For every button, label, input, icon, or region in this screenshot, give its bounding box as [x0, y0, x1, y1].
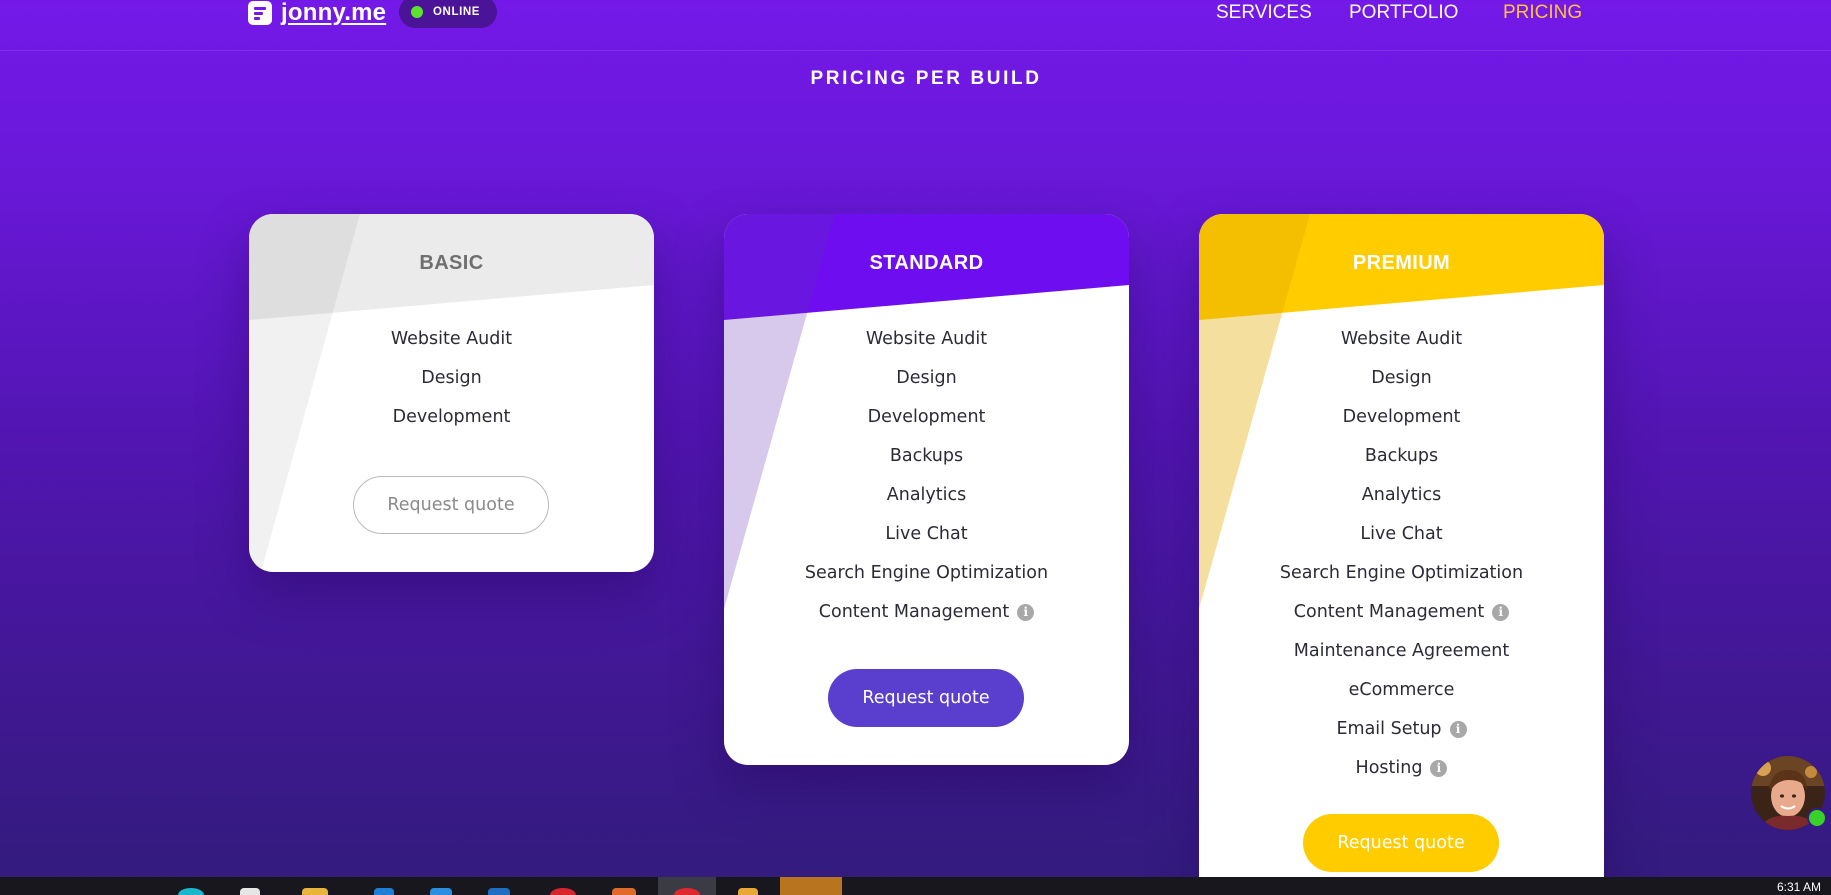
plan-card-standard: STANDARD Website Audit Design Developmen… [724, 214, 1129, 765]
taskbar-app-icon[interactable] [430, 888, 452, 895]
top-navigation-bar: jonny.me ONLINE SERVICES PORTFOLIO PRICI… [0, 0, 1831, 51]
feature-item: Search Engine Optimization [804, 563, 1049, 583]
feature-item: Content Management i [1199, 601, 1604, 640]
taskbar-app-icon[interactable] [550, 888, 576, 895]
feature-item: eCommerce [1348, 680, 1455, 700]
feature-item: Development [867, 407, 986, 427]
os-taskbar [0, 877, 1831, 895]
feature-item: Backups [1364, 446, 1439, 466]
feature-item: Live Chat [885, 524, 968, 544]
feature-item: Content Management i [724, 601, 1129, 640]
feature-item: Analytics [1361, 485, 1442, 505]
taskbar-active-app[interactable] [780, 877, 842, 895]
feature-list: Website Audit Design Development [249, 328, 654, 445]
feature-list: Website Audit Design Development Backups… [724, 328, 1129, 640]
feature-item: Website Audit [1340, 329, 1463, 349]
taskbar-app-icon[interactable] [674, 888, 700, 895]
chat-widget-avatar[interactable] [1751, 756, 1827, 830]
feature-item: Maintenance Agreement [1293, 641, 1510, 661]
taskbar-app-icon[interactable] [488, 888, 510, 895]
request-quote-button-standard[interactable]: Request quote [828, 669, 1024, 727]
request-quote-button-premium[interactable]: Request quote [1303, 814, 1499, 872]
feature-item: Live Chat [1360, 524, 1443, 544]
info-icon[interactable]: i [1017, 604, 1035, 621]
feature-item: Search Engine Optimization [1279, 563, 1524, 583]
online-status-badge: ONLINE [399, 0, 497, 28]
info-icon[interactable]: i [1449, 721, 1467, 738]
plan-name: PREMIUM [1352, 252, 1451, 274]
nav-item-services[interactable]: SERVICES [1216, 2, 1312, 24]
taskbar-app-icon[interactable] [374, 888, 394, 895]
status-label: ONLINE [433, 6, 481, 18]
plan-card-basic: BASIC Website Audit Design Development R… [249, 214, 654, 572]
nav-item-pricing[interactable]: PRICING [1503, 2, 1582, 24]
brand-logo-link[interactable]: jonny.me [248, 0, 386, 30]
taskbar-folder-icon[interactable] [302, 888, 328, 895]
plan-card-premium: PREMIUM Website Audit Design Development… [1199, 214, 1604, 895]
request-quote-button-basic[interactable]: Request quote [353, 476, 549, 534]
online-indicator-icon [1807, 808, 1827, 828]
feature-item: Development [1342, 407, 1461, 427]
feature-item: Hosting i [1199, 757, 1604, 796]
status-dot-icon [411, 6, 423, 18]
feature-item: Design [421, 368, 482, 388]
taskbar-app-icon[interactable] [612, 888, 636, 895]
document-logo-icon [248, 1, 272, 25]
taskbar-app-icon[interactable] [178, 888, 204, 895]
feature-list: Website Audit Design Development Backups… [1199, 328, 1604, 796]
feature-item: Analytics [886, 485, 967, 505]
feature-item: Email Setup i [1199, 718, 1604, 757]
nav-item-portfolio[interactable]: PORTFOLIO [1349, 2, 1458, 24]
feature-item: Website Audit [390, 329, 513, 349]
feature-item: Design [896, 368, 957, 388]
info-icon[interactable]: i [1430, 760, 1448, 777]
taskbar-app-icon[interactable] [738, 888, 758, 895]
plan-name: STANDARD [869, 252, 984, 274]
section-title: PRICING PER BUILD [810, 68, 1042, 89]
feature-item: Website Audit [865, 329, 988, 349]
brand-name: jonny.me [281, 0, 387, 26]
feature-item: Design [1371, 368, 1432, 388]
plan-name: BASIC [419, 252, 484, 274]
taskbar-clock: 6:31 AM [1776, 880, 1821, 894]
taskbar-app-icon[interactable] [240, 888, 260, 895]
info-icon[interactable]: i [1492, 604, 1510, 621]
feature-item: Development [392, 407, 511, 427]
feature-item: Backups [889, 446, 964, 466]
